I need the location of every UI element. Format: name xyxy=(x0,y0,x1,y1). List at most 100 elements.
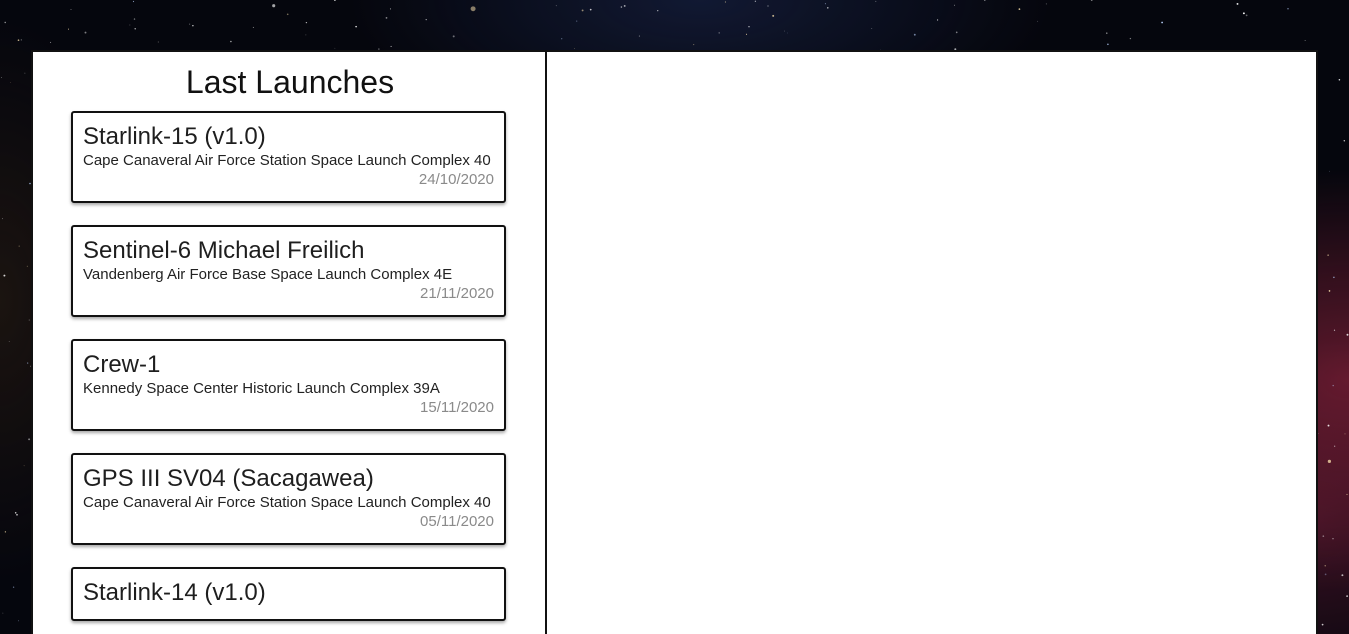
star xyxy=(2,612,4,614)
star xyxy=(1324,565,1326,567)
star xyxy=(27,362,29,364)
star xyxy=(20,39,22,41)
star xyxy=(871,28,873,30)
star xyxy=(576,20,578,22)
star xyxy=(1287,8,1289,10)
star xyxy=(1333,276,1335,279)
star xyxy=(718,32,720,34)
launch-site: Kennedy Space Center Historic Launch Com… xyxy=(83,380,440,397)
star xyxy=(1344,433,1346,435)
star xyxy=(1107,43,1109,46)
star xyxy=(589,8,592,11)
star xyxy=(1327,254,1329,256)
star xyxy=(1328,290,1331,292)
launch-site: Vandenberg Air Force Base Space Launch C… xyxy=(83,266,453,283)
star xyxy=(1324,573,1327,576)
star xyxy=(1332,538,1334,540)
star xyxy=(748,25,750,28)
star xyxy=(3,274,6,277)
star xyxy=(1236,2,1239,5)
star xyxy=(955,31,958,34)
panel-title: Last Launches xyxy=(185,64,395,100)
launch-card[interactable]: Starlink-14 (v1.0) xyxy=(71,567,506,621)
star xyxy=(1242,12,1245,15)
launch-list: Starlink-15 (v1.0) Cape Canaveral Air Fo… xyxy=(71,111,506,634)
star xyxy=(334,0,336,1)
launch-card[interactable]: Starlink-15 (v1.0) Cape Canaveral Air Fo… xyxy=(71,111,506,203)
star xyxy=(1334,445,1336,447)
star xyxy=(452,35,455,38)
star xyxy=(1245,14,1248,17)
star xyxy=(620,6,623,8)
star xyxy=(657,10,659,12)
star xyxy=(26,265,28,267)
star xyxy=(389,8,391,10)
launch-site: Cape Canaveral Air Force Station Space L… xyxy=(83,494,491,511)
launch-site: Cape Canaveral Air Force Station Space L… xyxy=(83,152,491,169)
launch-card[interactable]: Crew-1 Kennedy Space Center Historic Lau… xyxy=(71,339,506,431)
star xyxy=(84,31,87,34)
star xyxy=(50,41,52,43)
star xyxy=(68,28,69,30)
star xyxy=(1346,493,1348,495)
star xyxy=(1341,574,1344,577)
star xyxy=(189,23,191,25)
launch-name: GPS III SV04 (Sacagawea) xyxy=(83,465,374,492)
star xyxy=(1106,32,1108,34)
star xyxy=(334,47,336,49)
star xyxy=(390,45,392,47)
star xyxy=(133,18,136,20)
star xyxy=(754,0,757,2)
star xyxy=(1161,21,1163,24)
star xyxy=(824,3,826,5)
star xyxy=(1129,37,1132,40)
star xyxy=(875,0,877,2)
star xyxy=(132,0,135,3)
star xyxy=(937,19,939,21)
star xyxy=(129,24,131,26)
star xyxy=(638,35,640,37)
launch-date: 05/11/2020 xyxy=(420,513,494,530)
star xyxy=(1346,333,1349,336)
star xyxy=(772,14,775,17)
star xyxy=(953,4,955,6)
star xyxy=(28,438,31,441)
star xyxy=(2,218,3,220)
star xyxy=(1321,623,1324,626)
star xyxy=(70,8,72,11)
star xyxy=(8,341,10,342)
star xyxy=(1037,20,1039,22)
launch-date: 21/11/2020 xyxy=(420,285,494,302)
star xyxy=(745,33,748,35)
main-frame: Last Launches Starlink-15 (v1.0) Cape Ca… xyxy=(31,50,1318,634)
star xyxy=(1045,3,1047,5)
star xyxy=(157,41,159,43)
star xyxy=(24,72,26,74)
launch-date: 24/10/2020 xyxy=(418,171,494,188)
star xyxy=(305,34,307,36)
launch-card[interactable]: GPS III SV04 (Sacagawea) Cape Canaveral … xyxy=(71,453,506,545)
star xyxy=(355,25,357,28)
star xyxy=(1322,535,1325,537)
launch-name: Sentinel-6 Michael Freilich xyxy=(83,237,365,264)
star xyxy=(470,6,476,12)
star xyxy=(17,39,20,42)
star xyxy=(724,1,726,3)
star xyxy=(1332,384,1334,387)
star xyxy=(913,33,916,36)
star xyxy=(252,26,254,28)
star xyxy=(230,40,232,43)
launch-card[interactable]: Sentinel-6 Michael Freilich Vandenberg A… xyxy=(71,225,506,317)
star xyxy=(1018,8,1021,10)
launch-date: 15/11/2020 xyxy=(420,399,494,416)
star xyxy=(10,82,12,83)
star xyxy=(192,25,194,27)
star xyxy=(18,620,20,622)
detail-panel xyxy=(547,52,1316,634)
star xyxy=(784,30,785,32)
launch-name: Starlink-14 (v1.0) xyxy=(83,579,266,606)
star xyxy=(286,13,289,16)
star xyxy=(18,245,20,247)
star xyxy=(385,17,388,19)
star xyxy=(581,9,584,12)
